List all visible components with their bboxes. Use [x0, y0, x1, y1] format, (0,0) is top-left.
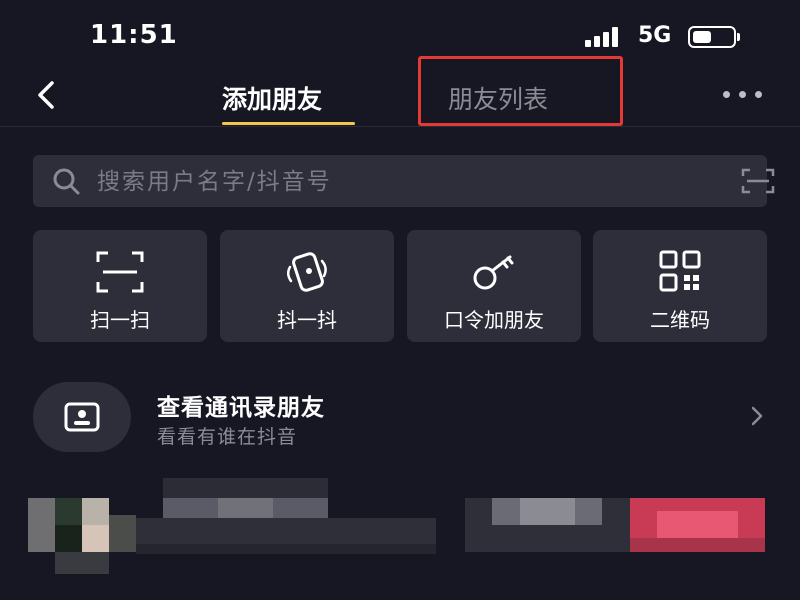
tab-friend-list[interactable]: 朋友列表: [448, 80, 548, 116]
view-contacts-row[interactable]: 查看通讯录朋友 看看有谁在抖音: [33, 380, 767, 454]
quick-action-label: 抖一抖: [277, 308, 337, 332]
contacts-avatar: [33, 382, 131, 452]
network-type: 5G: [638, 23, 672, 48]
qr-code-icon: [659, 250, 701, 292]
more-button[interactable]: [720, 82, 766, 106]
battery-icon: [688, 26, 740, 48]
quick-action-label: 扫一扫: [90, 308, 150, 332]
signal-bars-icon: [585, 27, 627, 47]
chevron-right-icon: [751, 406, 763, 426]
quick-action-label: 二维码: [650, 308, 710, 332]
active-tab-indicator: [222, 122, 355, 125]
quick-action-shake[interactable]: 抖一抖: [220, 230, 394, 342]
shake-phone-icon: [287, 252, 327, 292]
contacts-title: 查看通讯录朋友: [157, 395, 325, 421]
key-icon: [473, 255, 514, 290]
quick-action-qr-code[interactable]: 二维码: [593, 230, 767, 342]
chevron-left-icon: [38, 81, 54, 109]
contacts-subtitle: 看看有谁在抖音: [157, 426, 298, 448]
back-button[interactable]: [30, 78, 64, 112]
scan-icon[interactable]: [741, 168, 775, 194]
search-input[interactable]: [95, 155, 699, 209]
status-time: 11:51: [90, 20, 178, 50]
tab-add-friends[interactable]: 添加朋友: [222, 80, 322, 116]
search-icon: [53, 168, 80, 195]
contact-card-icon: [64, 402, 100, 432]
status-bar: 11:51 5G: [0, 0, 800, 70]
quick-action-scan[interactable]: 扫一扫: [33, 230, 207, 342]
search-bar: [33, 155, 775, 209]
scan-icon: [96, 251, 144, 293]
censored-friend-row: [0, 470, 800, 580]
top-nav-bar: 添加朋友 朋友列表: [0, 56, 800, 127]
quick-action-password[interactable]: 口令加朋友: [407, 230, 581, 342]
quick-action-label: 口令加朋友: [444, 308, 544, 332]
